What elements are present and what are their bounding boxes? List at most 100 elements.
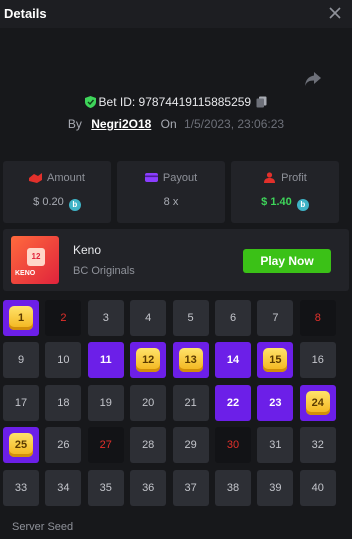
- payout-value: 8 x: [163, 196, 179, 208]
- keno-tile-20: 20: [130, 384, 167, 421]
- share-icon[interactable]: [303, 70, 323, 88]
- keno-tile-7: 7: [257, 300, 294, 336]
- keno-tile-35: 35: [87, 469, 124, 506]
- tile-number: 18: [57, 396, 70, 409]
- tile-number: 4: [145, 312, 152, 324]
- on-label: On: [160, 117, 177, 131]
- verified-shield-icon: [84, 96, 96, 108]
- keno-tile-11: 11: [87, 342, 124, 379]
- tile-number: 40: [311, 481, 324, 494]
- tile-number: 20: [142, 396, 155, 409]
- bet-id-row: Bet ID: 97874419115885259: [0, 95, 352, 109]
- user-icon: [264, 172, 276, 183]
- amount-value: $ 0.20: [33, 196, 64, 208]
- gem-icon: 12: [136, 348, 161, 373]
- keno-tile-21: 21: [172, 384, 209, 421]
- keno-tile-1: 1: [3, 300, 39, 336]
- keno-tile-31: 31: [257, 427, 294, 464]
- keno-tile-40: 40: [299, 469, 336, 506]
- gem-icon: 25: [9, 433, 33, 458]
- tile-number: 38: [226, 481, 240, 494]
- play-now-button[interactable]: Play Now: [243, 249, 331, 273]
- tile-number: 2: [60, 312, 67, 324]
- keno-tile-3: 3: [87, 300, 124, 336]
- keno-tile-27: 27: [87, 427, 124, 464]
- tile-number: 14: [226, 354, 240, 367]
- cash-icon: [29, 173, 43, 183]
- keno-tile-22: 22: [215, 384, 251, 421]
- keno-tile-9: 9: [3, 342, 39, 379]
- payout-label: Payout: [162, 172, 198, 184]
- gem-icon: 1: [9, 306, 33, 330]
- by-label: By: [67, 117, 82, 131]
- tile-number: 6: [229, 312, 237, 324]
- tile-number: 32: [311, 439, 324, 452]
- keno-tile-24: 24: [299, 384, 336, 421]
- keno-tile-12: 12: [130, 342, 167, 379]
- keno-tile-36: 36: [130, 469, 167, 506]
- tile-number: 22: [226, 396, 240, 409]
- tile-number: 27: [99, 439, 112, 452]
- keno-tile-18: 18: [45, 384, 82, 421]
- game-name: Keno: [73, 243, 102, 257]
- keno-tile-6: 6: [215, 300, 251, 336]
- keno-tile-38: 38: [215, 469, 251, 506]
- tile-number: 31: [269, 439, 282, 452]
- tile-number: 30: [226, 439, 240, 452]
- keno-thumb-label: KENO: [15, 270, 36, 277]
- keno-ball-icon: 12: [27, 248, 45, 266]
- tile-number: 19: [99, 396, 112, 409]
- tile-number: 35: [99, 481, 112, 494]
- tile-number: 7: [272, 312, 279, 324]
- amount-card: Amount $ 0.20 b: [3, 161, 111, 223]
- user-link[interactable]: Negri2O18: [91, 117, 151, 131]
- server-seed-label: Server Seed: [12, 521, 74, 533]
- keno-tile-14: 14: [215, 342, 251, 379]
- tile-number: 21: [184, 396, 197, 409]
- keno-tile-15: 15: [257, 342, 294, 379]
- modal-header: Details: [0, 0, 352, 28]
- tile-number: 26: [57, 439, 70, 452]
- profit-card: Profit $ 1.40 b: [231, 161, 339, 223]
- keno-tile-25: 25: [3, 427, 39, 464]
- keno-tile-2: 2: [45, 300, 82, 336]
- keno-tile-33: 33: [3, 469, 39, 506]
- keno-tile-32: 32: [299, 427, 336, 464]
- close-icon[interactable]: [326, 4, 344, 22]
- profit-value: $ 1.40: [261, 196, 292, 208]
- keno-tile-34: 34: [45, 469, 82, 506]
- bc-coin-icon: b: [296, 199, 309, 211]
- keno-tile-4: 4: [130, 300, 167, 336]
- keno-tile-23: 23: [257, 384, 294, 421]
- modal-title: Details: [4, 6, 47, 21]
- gem-icon: 13: [178, 348, 203, 373]
- amount-label: Amount: [47, 172, 85, 184]
- tile-number: 39: [269, 481, 282, 494]
- gem-icon: 24: [305, 390, 330, 415]
- keno-tile-26: 26: [45, 427, 82, 464]
- bet-byline: By Negri2O18 On 1/5/2023, 23:06:23: [0, 117, 352, 131]
- tile-number: 36: [142, 481, 155, 494]
- gem-icon: 15: [263, 348, 288, 373]
- game-provider: BC Originals: [73, 265, 135, 277]
- game-card: 12 KENO Keno BC Originals Play Now: [3, 229, 349, 291]
- keno-tile-19: 19: [87, 384, 124, 421]
- keno-tile-28: 28: [130, 427, 167, 464]
- card-icon: [144, 173, 158, 182]
- tile-number: 28: [142, 439, 155, 452]
- keno-thumbnail[interactable]: 12 KENO: [11, 236, 59, 284]
- keno-tile-5: 5: [172, 300, 209, 336]
- tile-number: 9: [17, 354, 25, 367]
- keno-tile-29: 29: [172, 427, 209, 464]
- bet-id: Bet ID: 97874419115885259: [98, 95, 252, 109]
- keno-tile-39: 39: [257, 469, 294, 506]
- keno-tile-10: 10: [45, 342, 82, 379]
- tile-number: 10: [57, 354, 70, 367]
- tile-number: 8: [314, 312, 321, 324]
- keno-tile-8: 8: [299, 300, 336, 336]
- tile-number: 17: [14, 396, 28, 409]
- tile-number: 34: [57, 481, 70, 494]
- tile-number: 11: [99, 354, 112, 367]
- copy-icon[interactable]: [256, 96, 267, 108]
- payout-card: Payout 8 x: [117, 161, 225, 223]
